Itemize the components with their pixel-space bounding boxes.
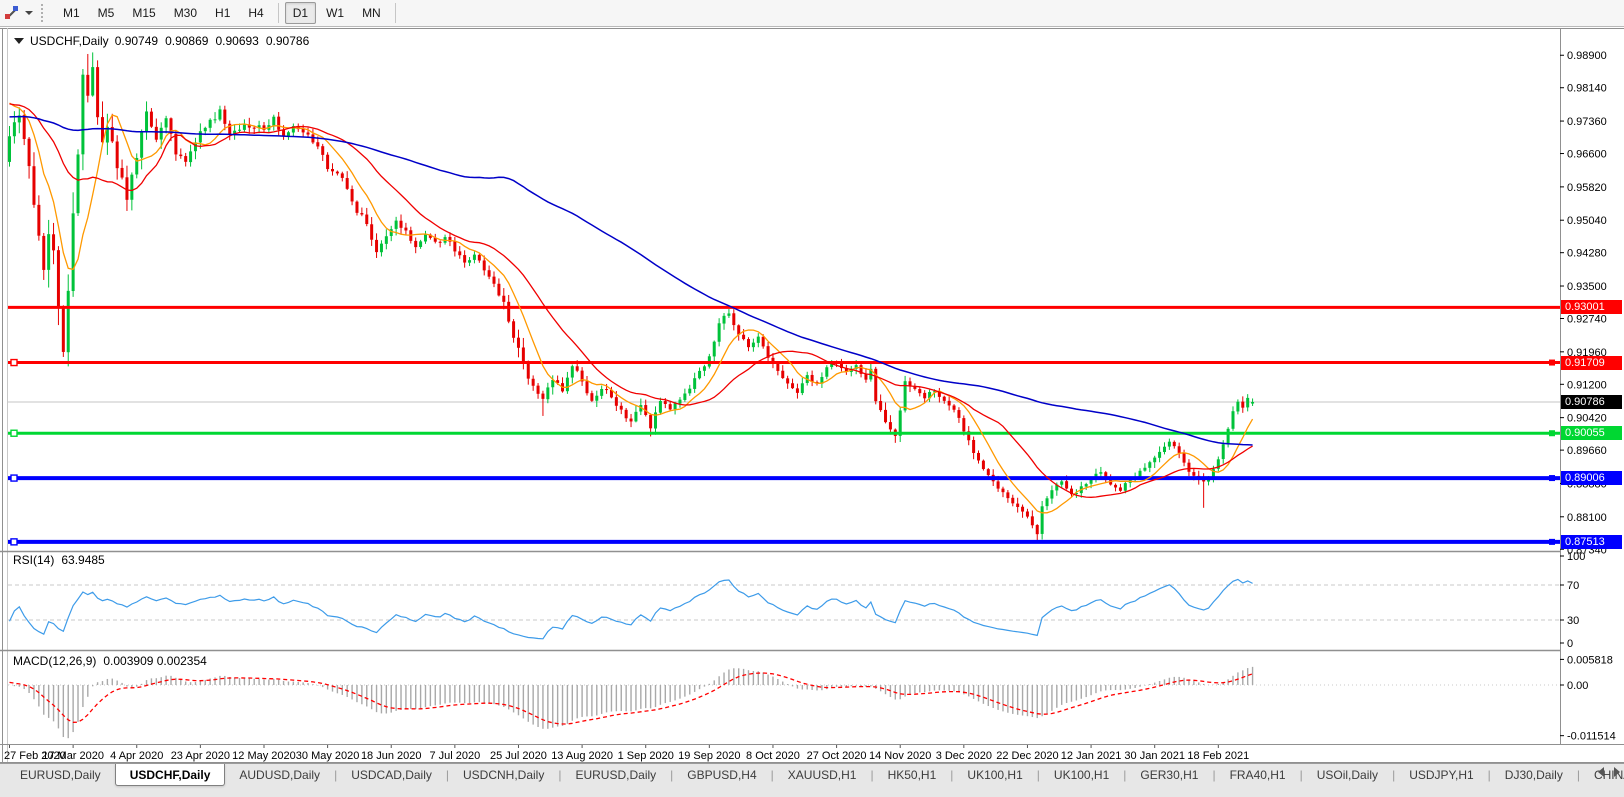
chart-tab-usdcnh-daily[interactable]: USDCNH,Daily [449,764,558,786]
timeframe-button-h1[interactable]: H1 [207,2,238,24]
price-chart-canvas[interactable]: 0.98900 0.98140 0.97360 0.96600 0.95820 0.950… [0,27,1624,763]
chart-window[interactable]: 0.98900 0.98140 0.97360 0.96600 0.95820 0.950… [0,27,1624,763]
date-tick: 18 Feb 2021 [1187,750,1249,762]
mt4-terminal: M1 M5 M15 M30 H1 H4 D1 W1 MN 0.98900 0.98140 0.973… [0,0,1624,797]
ohlc-low: 0.90693 [215,34,259,48]
svg-text:0.96600: 0.96600 [1567,149,1607,161]
date-tick: 7 Jul 2020 [429,750,480,762]
svg-text:0.00: 0.00 [1567,680,1588,692]
timeframe-button-w1[interactable]: W1 [318,2,352,24]
date-tick: 14 Nov 2020 [869,750,931,762]
svg-text:-0.011514: -0.011514 [1567,731,1616,743]
date-tick: 18 Jun 2020 [361,750,422,762]
chart-tab-eurusd-daily[interactable]: EURUSD,Daily [561,764,670,786]
hline-price-badge: 0.90055 [1561,426,1622,441]
date-tick: 27 Oct 2020 [807,750,867,762]
svg-text:100: 100 [1567,551,1585,563]
timeframe-button-m1[interactable]: M1 [55,2,88,24]
chart-tab-eurusd-daily[interactable]: EURUSD,Daily [6,764,115,786]
svg-text:0.92740: 0.92740 [1567,313,1607,325]
svg-text:0.95040: 0.95040 [1567,215,1607,227]
date-tick: 19 Sep 2020 [678,750,740,762]
date-tick: 30 Jan 2021 [1124,750,1185,762]
line-studies-button[interactable] [0,3,37,23]
timeframe-button-m30[interactable]: M30 [166,2,205,24]
collapse-indicator-icon [14,38,24,44]
chart-tab-xauusd-h1[interactable]: XAUUSD,H1 [774,764,871,786]
current-price-badge: 0.90786 [1561,395,1622,409]
ohlc-high: 0.90869 [165,34,209,48]
date-tick: 12 Jan 2021 [1061,750,1122,762]
svg-text:70: 70 [1567,580,1579,592]
top-toolbar: M1 M5 M15 M30 H1 H4 D1 W1 MN [0,0,1624,27]
svg-text:0.89660: 0.89660 [1567,445,1607,457]
hline-price-badge: 0.89006 [1561,471,1622,486]
toolbar-grip[interactable] [41,4,48,22]
svg-text:0.88100: 0.88100 [1567,512,1607,524]
svg-text:0.95820: 0.95820 [1567,182,1607,194]
timeframe-buttons: M1 M5 M15 M30 H1 H4 D1 W1 MN [54,0,401,27]
svg-text:0.94280: 0.94280 [1567,248,1607,260]
chart-tab-usoil-daily[interactable]: USOil,Daily [1303,764,1392,786]
macd-values: 0.003909 0.002354 [103,654,207,668]
ohlc-close: 0.90786 [265,34,310,48]
ohlc-open: 0.90749 [114,34,159,48]
tab-scroll-left-icon[interactable] [1598,767,1604,777]
chart-tab-usdjpy-h1[interactable]: USDJPY,H1 [1395,764,1487,786]
hline-price-badge: 0.93001 [1561,300,1622,315]
svg-text:0.93500: 0.93500 [1567,281,1607,293]
tab-scroll-arrows [1598,767,1620,777]
svg-text:0.90420: 0.90420 [1567,413,1607,425]
hline-price-badge: 0.87513 [1561,534,1622,549]
svg-text:0.005818: 0.005818 [1567,654,1613,666]
chart-tab-usdchf-daily[interactable]: USDCHF,Daily [114,764,226,786]
chart-tab-ger30-h1[interactable]: GER30,H1 [1126,764,1212,786]
ohlc-readout: 0.90749 0.90869 0.90693 0.90786 [115,34,310,48]
timeframe-button-m5[interactable]: M5 [90,2,123,24]
chart-tab-audusd-daily[interactable]: AUDUSD,Daily [225,764,334,786]
chart-title: USDCHF,Daily 0.90749 0.90869 0.90693 0.9… [14,34,309,48]
symbol-label: USDCHF,Daily [30,34,109,48]
chart-tab-gbpusd-h4[interactable]: GBPUSD,H4 [673,764,770,786]
svg-text:0: 0 [1567,638,1573,650]
draw-tool-icon [4,5,20,21]
chevron-down-icon [25,11,33,15]
chart-tab-fra40-h1[interactable]: FRA40,H1 [1216,764,1300,786]
rsi-indicator-label: RSI(14) 63.9485 [13,553,105,567]
chart-tab-uk100-h1[interactable]: UK100,H1 [953,764,1036,786]
chart-tabs: EURUSD,Daily USDCHF,Daily AUDUSD,Daily | USD… [6,764,1624,786]
svg-text:0.98140: 0.98140 [1567,83,1607,95]
hline-price-badge: 0.91709 [1561,355,1622,370]
date-tick: 25 Jul 2020 [490,750,547,762]
rsi-value: 63.9485 [61,553,105,567]
macd-name: MACD(12,26,9) [13,654,97,668]
timeframe-button-mn[interactable]: MN [354,2,389,24]
date-tick: 30 May 2020 [296,750,360,762]
chart-tab-dj30-daily[interactable]: DJ30,Daily [1491,764,1577,786]
timeframe-button-h4[interactable]: H4 [240,2,271,24]
chart-tab-bar: EURUSD,Daily USDCHF,Daily AUDUSD,Daily | USD… [0,763,1624,797]
chart-tab-usdcad-daily[interactable]: USDCAD,Daily [337,764,446,786]
chart-tab-uk100-h1[interactable]: UK100,H1 [1040,764,1123,786]
date-tick: 3 Dec 2020 [936,750,992,762]
svg-text:30: 30 [1567,615,1579,627]
date-tick: 4 Apr 2020 [110,750,163,762]
date-tick: 22 Dec 2020 [996,750,1058,762]
svg-text:0.98900: 0.98900 [1567,50,1607,62]
macd-indicator-label: MACD(12,26,9) 0.003909 0.002354 [13,654,207,668]
timeframe-button-m15[interactable]: M15 [124,2,163,24]
svg-text:0.97360: 0.97360 [1567,116,1607,128]
date-tick: 1 Sep 2020 [618,750,674,762]
chart-tab-hk50-h1[interactable]: HK50,H1 [874,764,951,786]
timeframe-button-d1[interactable]: D1 [284,2,317,24]
tab-scroll-right-icon[interactable] [1614,767,1620,777]
date-tick: 12 May 2020 [232,750,296,762]
date-tick: 17 Mar 2020 [42,750,104,762]
date-tick: 8 Oct 2020 [746,750,800,762]
date-tick: 23 Apr 2020 [171,750,230,762]
date-tick: 13 Aug 2020 [551,750,613,762]
svg-text:0.91200: 0.91200 [1567,379,1607,391]
rsi-name: RSI(14) [13,553,55,567]
